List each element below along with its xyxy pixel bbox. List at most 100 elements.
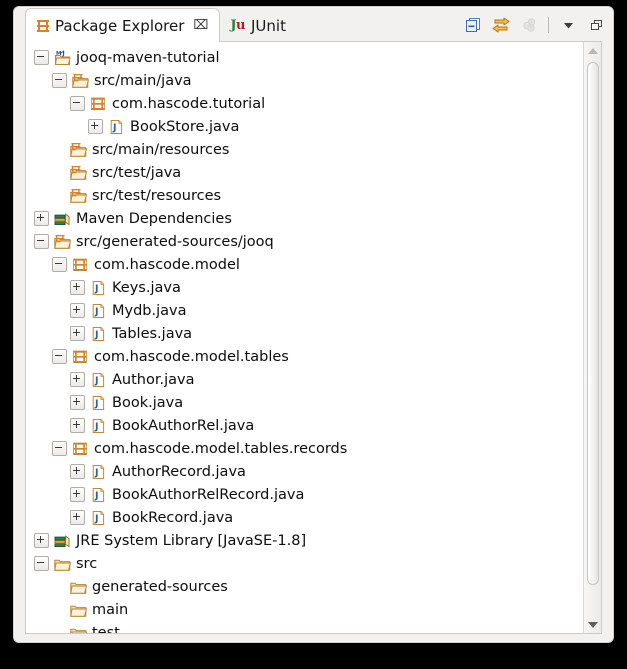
java-file-icon: J [90, 487, 107, 503]
tree-row-label: Maven Dependencies [76, 211, 232, 227]
tree-row-icon [90, 96, 107, 112]
tree-row[interactable]: com.hascode.model.tables [26, 345, 583, 368]
package-explorer-view: Package Explorer ⌧ Ju JUnit [13, 6, 614, 643]
tree-row[interactable]: JAuthorRecord.java [26, 460, 583, 483]
tab-package-explorer[interactable]: Package Explorer ⌧ [25, 8, 220, 42]
tree-row[interactable]: src/generated-sources/jooq [26, 230, 583, 253]
tree-row[interactable]: J Book.java [26, 391, 583, 414]
source-folder-icon [70, 142, 87, 158]
expand-toggle-icon[interactable] [70, 303, 85, 318]
tree-row[interactable]: JKeys.java [26, 276, 583, 299]
svg-text:J: J [94, 398, 99, 409]
collapse-toggle-icon[interactable] [70, 96, 85, 111]
expand-toggle-icon[interactable] [70, 418, 85, 433]
tree-row[interactable]: Maven Dependencies [26, 207, 583, 230]
tree-row-icon: J [90, 510, 107, 526]
folder-icon [70, 602, 87, 618]
collapse-toggle-icon[interactable] [52, 349, 67, 364]
collapse-toggle-icon[interactable] [52, 257, 67, 272]
collapse-all-button[interactable] [460, 13, 486, 37]
tree-row[interactable]: JBookAuthorRel.java [26, 414, 583, 437]
tree-row-icon [72, 441, 89, 457]
scrollbar-thumb[interactable] [587, 62, 599, 585]
link-with-editor-button[interactable] [488, 13, 514, 37]
tree-row-label: main [92, 602, 128, 618]
scroll-up-arrow[interactable] [584, 42, 601, 59]
package-icon [72, 441, 89, 457]
expand-toggle-icon[interactable] [70, 326, 85, 341]
java-file-icon: J [108, 119, 125, 135]
vertical-scrollbar[interactable] [583, 42, 601, 633]
tree-row[interactable]: J Tables.java [26, 322, 583, 345]
tree-row[interactable]: src/test/java [26, 161, 583, 184]
svg-text:J: J [94, 467, 99, 478]
tree-row[interactable]: com.hascode.model.tables.records [26, 437, 583, 460]
package-icon [72, 349, 89, 365]
library-icon [54, 533, 71, 549]
expand-toggle-icon[interactable] [88, 119, 103, 134]
tree-row-label: test [92, 625, 120, 635]
expand-toggle-icon[interactable] [34, 211, 49, 226]
svg-text:J: J [94, 513, 99, 524]
tree-row[interactable]: test [26, 621, 583, 634]
tree-row-icon [70, 165, 87, 181]
toggle-placeholder [52, 189, 65, 202]
tree-row[interactable]: JRE System Library [JavaSE-1.8] [26, 529, 583, 552]
tree-row-label: JRE System Library [76, 533, 214, 549]
tree-row[interactable]: JMydb.java [26, 299, 583, 322]
tree-row[interactable]: J BookStore.java [26, 115, 583, 138]
tree-row-label: Book.java [112, 395, 183, 411]
maven-project-icon: MJ [54, 50, 71, 66]
tree-row[interactable]: com.hascode.tutorial [26, 92, 583, 115]
tree-row[interactable]: JBookAuthorRelRecord.java [26, 483, 583, 506]
expand-toggle-icon[interactable] [70, 464, 85, 479]
tree-row[interactable]: JAuthor.java [26, 368, 583, 391]
svg-text:J: J [94, 283, 99, 294]
tree-row-icon: J [90, 464, 107, 480]
tree-row-label: jooq-maven-tutorial [76, 50, 219, 66]
expand-toggle-icon[interactable] [70, 487, 85, 502]
svg-text:J: J [94, 490, 99, 501]
tree-row[interactable]: main [26, 598, 583, 621]
collapse-toggle-icon[interactable] [34, 556, 49, 571]
expand-toggle-icon[interactable] [34, 533, 49, 548]
tab-junit[interactable]: Ju JUnit [219, 11, 297, 42]
expand-toggle-icon[interactable] [70, 510, 85, 525]
tree-row-label: BookStore.java [130, 119, 239, 135]
svg-text:J: J [94, 375, 99, 386]
package-explorer-icon [37, 20, 49, 32]
tree-row[interactable]: src/main/java [26, 69, 583, 92]
tree-row[interactable]: generated-sources [26, 575, 583, 598]
tree-row[interactable]: MJ jooq-maven-tutorial [26, 46, 583, 69]
toolbar-separator [548, 17, 549, 33]
package-explorer-tree[interactable]: MJjooq-maven-tutorialsrc/main/javacom.ha… [26, 46, 583, 634]
view-menu-button[interactable] [555, 13, 581, 37]
collapse-toggle-icon[interactable] [52, 73, 67, 88]
expand-toggle-icon[interactable] [70, 372, 85, 387]
expand-toggle-icon[interactable] [70, 395, 85, 410]
svg-text:J: J [94, 306, 99, 317]
tree-row-label: Tables.java [112, 326, 192, 342]
tree-row[interactable]: src [26, 552, 583, 575]
tree-row-icon: J [108, 119, 125, 135]
tree-panel: MJjooq-maven-tutorialsrc/main/javacom.ha… [25, 41, 602, 634]
tree-row[interactable]: com.hascode.model [26, 253, 583, 276]
java-file-icon: J [90, 303, 107, 319]
collapse-toggle-icon[interactable] [52, 441, 67, 456]
tree-row[interactable]: src/test/resources [26, 184, 583, 207]
expand-toggle-icon[interactable] [70, 280, 85, 295]
svg-text:J: J [94, 329, 99, 340]
collapse-toggle-icon[interactable] [34, 50, 49, 65]
collapse-toggle-icon[interactable] [34, 234, 49, 249]
scroll-down-arrow[interactable] [584, 616, 601, 633]
folder-icon [70, 579, 87, 595]
focus-task-icon [521, 17, 538, 33]
tree-row[interactable]: src/main/resources [26, 138, 583, 161]
tree-row-label: generated-sources [92, 579, 228, 595]
close-icon[interactable]: ⌧ [193, 19, 208, 32]
tree-row-icon: J [90, 372, 107, 388]
minimize-restore-button[interactable] [583, 13, 609, 37]
tree-row-label: src/main/resources [92, 142, 229, 158]
tree-row-label: com.hascode.model.tables.records [94, 441, 347, 457]
tree-row[interactable]: JBookRecord.java [26, 506, 583, 529]
